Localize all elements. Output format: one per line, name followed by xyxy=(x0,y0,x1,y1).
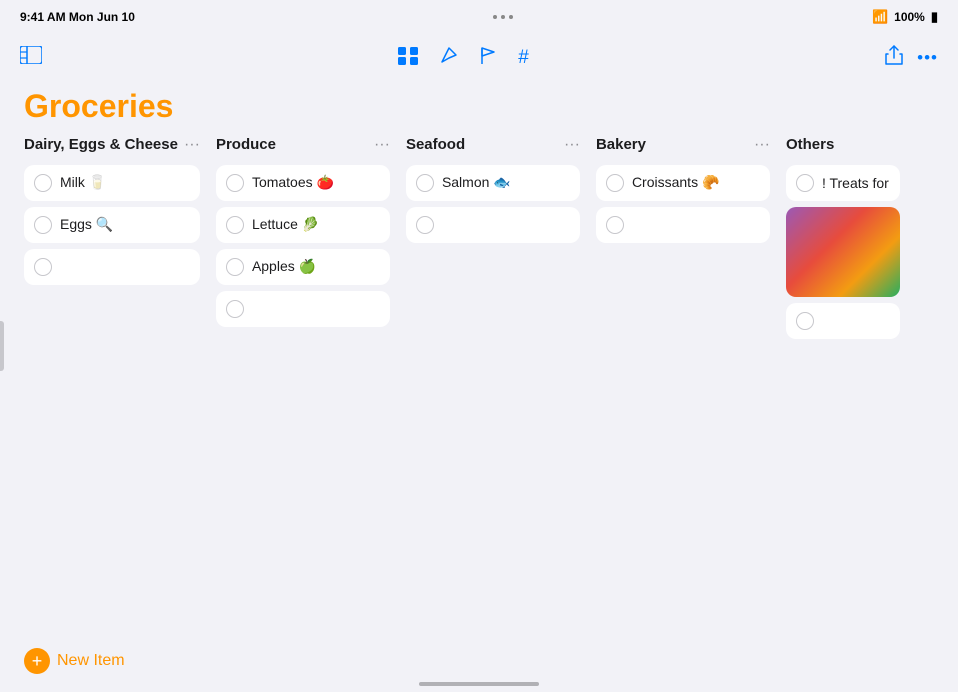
item-checkbox-empty[interactable] xyxy=(606,216,624,234)
columns-wrapper: Dairy, Eggs & Cheese ··· Milk 🥛 Eggs 🔍 P… xyxy=(0,135,958,345)
column-header-others: Others xyxy=(786,135,900,155)
column-seafood: Seafood ··· Salmon 🐟 xyxy=(398,135,588,345)
list-item[interactable]: Salmon 🐟 xyxy=(406,165,580,201)
battery-label: 100% xyxy=(894,10,925,24)
list-item-empty[interactable] xyxy=(406,207,580,243)
new-item-label: New Item xyxy=(57,652,125,670)
item-label: Salmon 🐟 xyxy=(442,174,511,191)
column-produce: Produce ··· Tomatoes 🍅 Lettuce 🥬 Apples … xyxy=(208,135,398,345)
list-item[interactable]: Croissants 🥐 xyxy=(596,165,770,201)
column-more-bakery[interactable]: ··· xyxy=(748,136,770,154)
list-item-empty[interactable] xyxy=(216,291,390,327)
tag-icon[interactable]: # xyxy=(518,47,529,69)
column-dairy: Dairy, Eggs & Cheese ··· Milk 🥛 Eggs 🔍 xyxy=(16,135,208,345)
toolbar: # ••• xyxy=(0,32,958,84)
item-label: Milk 🥛 xyxy=(60,174,106,191)
toolbar-center: # xyxy=(398,46,529,70)
battery-icon: ▮ xyxy=(931,9,938,25)
toolbar-right: ••• xyxy=(885,45,938,71)
column-more-seafood[interactable]: ··· xyxy=(558,136,580,154)
item-checkbox-empty[interactable] xyxy=(796,312,814,330)
list-item[interactable]: Apples 🍏 xyxy=(216,249,390,285)
column-header-seafood: Seafood ··· xyxy=(406,135,580,155)
item-checkbox[interactable] xyxy=(226,174,244,192)
item-checkbox[interactable] xyxy=(416,174,434,192)
list-item[interactable]: Lettuce 🥬 xyxy=(216,207,390,243)
column-title-others: Others xyxy=(786,135,900,155)
column-header-dairy: Dairy, Eggs & Cheese ··· xyxy=(24,135,200,155)
list-item-empty[interactable] xyxy=(786,303,900,339)
page-header: Groceries xyxy=(0,84,958,135)
sidebar-toggle-icon[interactable] xyxy=(20,46,42,70)
page-title: Groceries xyxy=(24,88,934,125)
column-more-produce[interactable]: ··· xyxy=(368,136,390,154)
share-icon[interactable] xyxy=(885,45,903,71)
home-indicator xyxy=(419,682,539,686)
status-dot-3 xyxy=(509,15,513,19)
column-more-dairy[interactable]: ··· xyxy=(178,136,200,154)
new-item-button[interactable]: + New Item xyxy=(24,648,125,674)
column-header-produce: Produce ··· xyxy=(216,135,390,155)
list-item[interactable]: Milk 🥛 xyxy=(24,165,200,201)
item-checkbox[interactable] xyxy=(34,174,52,192)
new-item-plus-icon: + xyxy=(24,648,50,674)
column-title-dairy: Dairy, Eggs & Cheese xyxy=(24,135,178,155)
list-item-empty[interactable] xyxy=(596,207,770,243)
status-bar: 9:41 AM Mon Jun 10 📶 100% ▮ xyxy=(0,0,958,32)
grid-view-icon[interactable] xyxy=(398,47,418,70)
item-checkbox[interactable] xyxy=(34,216,52,234)
wifi-icon: 📶 xyxy=(872,9,888,25)
status-right: 📶 100% ▮ xyxy=(872,9,938,25)
item-checkbox[interactable] xyxy=(606,174,624,192)
item-label: Apples 🍏 xyxy=(252,258,316,275)
item-label: ! Treats for xyxy=(822,175,889,191)
status-time: 9:41 AM Mon Jun 10 xyxy=(20,10,135,24)
list-item[interactable]: ! Treats for xyxy=(786,165,900,201)
column-header-bakery: Bakery ··· xyxy=(596,135,770,155)
item-label: Lettuce 🥬 xyxy=(252,216,319,233)
item-label: Croissants 🥐 xyxy=(632,174,719,191)
column-title-bakery: Bakery xyxy=(596,135,748,155)
item-checkbox-empty[interactable] xyxy=(416,216,434,234)
list-item[interactable]: Eggs 🔍 xyxy=(24,207,200,243)
status-dot-1 xyxy=(493,15,497,19)
status-center xyxy=(493,15,513,19)
status-dot-2 xyxy=(501,15,505,19)
column-title-seafood: Seafood xyxy=(406,135,558,155)
item-label: Tomatoes 🍅 xyxy=(252,174,334,191)
list-item-empty[interactable] xyxy=(24,249,200,285)
item-checkbox-empty[interactable] xyxy=(34,258,52,276)
side-handle xyxy=(0,321,4,371)
more-options-icon[interactable]: ••• xyxy=(917,48,938,68)
item-label: Eggs 🔍 xyxy=(60,216,113,233)
column-image xyxy=(786,207,900,297)
toolbar-left xyxy=(20,46,42,70)
item-checkbox-empty[interactable] xyxy=(226,300,244,318)
item-checkbox[interactable] xyxy=(226,258,244,276)
column-others: Others ! Treats for xyxy=(778,135,908,345)
item-checkbox[interactable] xyxy=(226,216,244,234)
column-bakery: Bakery ··· Croissants 🥐 xyxy=(588,135,778,345)
item-checkbox[interactable] xyxy=(796,174,814,192)
list-item[interactable]: Tomatoes 🍅 xyxy=(216,165,390,201)
column-title-produce: Produce xyxy=(216,135,368,155)
navigation-icon[interactable] xyxy=(440,46,458,70)
flag-icon[interactable] xyxy=(480,47,496,70)
